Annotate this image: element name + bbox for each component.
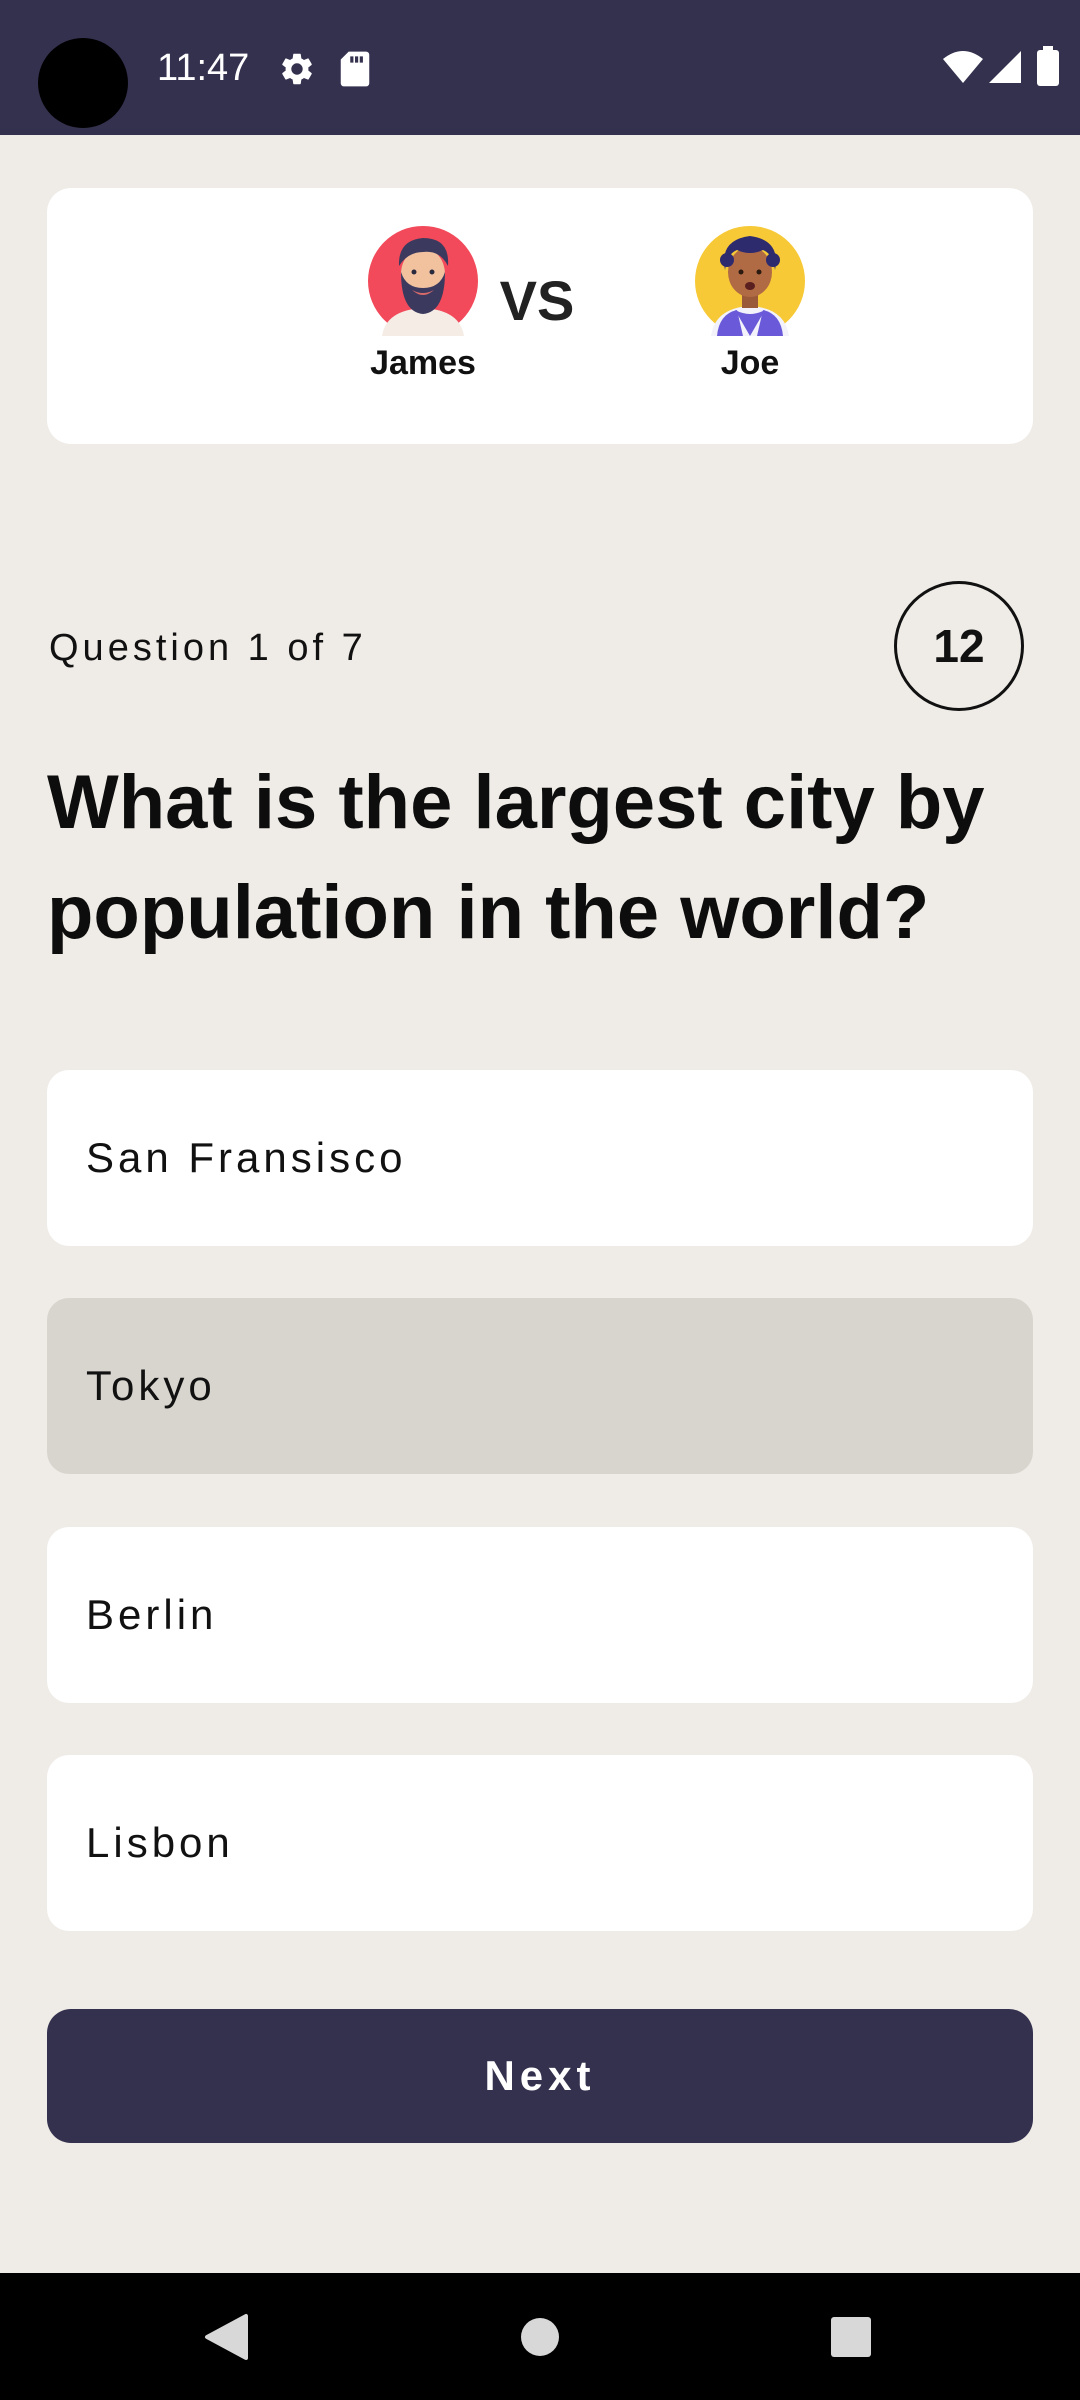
next-button[interactable]: Next: [47, 2009, 1033, 2143]
back-icon: [205, 2313, 248, 2360]
home-icon: [521, 2317, 559, 2356]
recents-button[interactable]: [771, 2273, 931, 2400]
camera-cutout: [38, 38, 128, 128]
wifi-icon: [943, 51, 983, 83]
battery-icon: [1037, 46, 1059, 86]
status-time: 11:47: [157, 47, 250, 89]
player-joe: Joe: [660, 226, 840, 383]
status-bar: 11:47: [0, 0, 1080, 135]
player-name: Joe: [720, 344, 780, 382]
player-james: James: [333, 226, 513, 383]
sd-card-icon: [340, 51, 370, 87]
home-button[interactable]: [460, 2273, 620, 2400]
versus-card: James VS Joe: [47, 188, 1033, 444]
navigation-bar: [0, 2273, 1080, 2400]
curly-hair-person-avatar: [695, 226, 805, 336]
answer-option-3[interactable]: Berlin: [47, 1527, 1033, 1703]
question-counter: Question 1 of 7: [49, 627, 367, 669]
player-name: James: [370, 344, 476, 382]
signal-icon: [989, 51, 1021, 83]
back-button[interactable]: [146, 2273, 306, 2400]
question-text: What is the largest city by population i…: [47, 760, 985, 955]
recents-icon: [831, 2316, 871, 2357]
gear-icon: [282, 53, 312, 85]
countdown-timer: 12: [894, 581, 1024, 711]
vs-label: VS: [499, 269, 575, 332]
answer-option-2[interactable]: Tokyo: [47, 1298, 1033, 1474]
bearded-man-avatar: [368, 226, 478, 336]
answer-option-4[interactable]: Lisbon: [47, 1755, 1033, 1931]
answer-option-1[interactable]: San Fransisco: [47, 1070, 1033, 1246]
